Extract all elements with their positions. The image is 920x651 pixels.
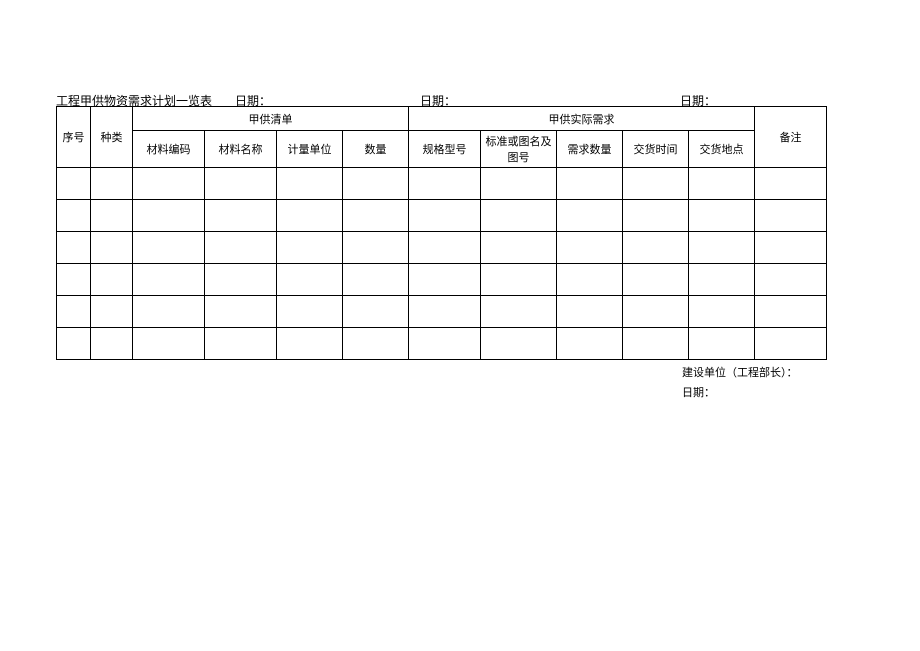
cell-name <box>205 168 277 200</box>
cell-seq <box>57 328 91 360</box>
cell-spec <box>409 296 481 328</box>
cell-name <box>205 200 277 232</box>
cell-type <box>91 200 133 232</box>
cell-dloc <box>689 296 755 328</box>
cell-name <box>205 296 277 328</box>
cell-reqqty <box>557 168 623 200</box>
th-group-list: 甲供清单 <box>133 107 409 131</box>
cell-unit <box>277 232 343 264</box>
footer: 建设单位（工程部长）： 日期： <box>682 364 798 404</box>
footer-builder: 建设单位（工程部长）： <box>682 364 798 384</box>
table-row <box>57 200 827 232</box>
cell-std <box>481 200 557 232</box>
cell-std <box>481 264 557 296</box>
cell-dloc <box>689 328 755 360</box>
cell-dloc <box>689 168 755 200</box>
cell-remark <box>755 264 827 296</box>
th-delivery-loc: 交货地点 <box>689 131 755 168</box>
cell-spec <box>409 328 481 360</box>
cell-seq <box>57 168 91 200</box>
cell-remark <box>755 168 827 200</box>
cell-seq <box>57 232 91 264</box>
table-body <box>57 168 827 360</box>
th-delivery-time: 交货时间 <box>623 131 689 168</box>
cell-qty <box>343 168 409 200</box>
cell-spec <box>409 168 481 200</box>
th-remark: 备注 <box>755 107 827 168</box>
cell-spec <box>409 264 481 296</box>
cell-reqqty <box>557 200 623 232</box>
th-seq: 序号 <box>57 107 91 168</box>
footer-date: 日期： <box>682 384 798 404</box>
cell-spec <box>409 200 481 232</box>
th-unit: 计量单位 <box>277 131 343 168</box>
cell-code <box>133 328 205 360</box>
cell-unit <box>277 168 343 200</box>
cell-seq <box>57 264 91 296</box>
cell-dloc <box>689 232 755 264</box>
cell-unit <box>277 296 343 328</box>
cell-dtime <box>623 168 689 200</box>
cell-std <box>481 232 557 264</box>
table-row <box>57 328 827 360</box>
cell-name <box>205 232 277 264</box>
cell-code <box>133 168 205 200</box>
cell-code <box>133 296 205 328</box>
cell-std <box>481 296 557 328</box>
cell-code <box>133 232 205 264</box>
cell-reqqty <box>557 296 623 328</box>
cell-remark <box>755 232 827 264</box>
cell-type <box>91 264 133 296</box>
cell-dtime <box>623 200 689 232</box>
th-qty: 数量 <box>343 131 409 168</box>
cell-reqqty <box>557 264 623 296</box>
cell-code <box>133 264 205 296</box>
table-row <box>57 168 827 200</box>
th-standard: 标准或图名及图号 <box>481 131 557 168</box>
cell-qty <box>343 328 409 360</box>
cell-remark <box>755 200 827 232</box>
cell-qty <box>343 296 409 328</box>
th-material-name: 材料名称 <box>205 131 277 168</box>
th-type: 种类 <box>91 107 133 168</box>
table-row <box>57 232 827 264</box>
cell-dtime <box>623 328 689 360</box>
cell-type <box>91 296 133 328</box>
cell-type <box>91 328 133 360</box>
cell-spec <box>409 232 481 264</box>
material-plan-table: 序号 种类 甲供清单 甲供实际需求 备注 材料编码 材料名称 计量单位 数量 规… <box>56 106 827 360</box>
th-group-actual: 甲供实际需求 <box>409 107 755 131</box>
cell-name <box>205 264 277 296</box>
cell-qty <box>343 232 409 264</box>
cell-unit <box>277 264 343 296</box>
cell-reqqty <box>557 232 623 264</box>
cell-dloc <box>689 200 755 232</box>
cell-type <box>91 232 133 264</box>
cell-code <box>133 200 205 232</box>
cell-dloc <box>689 264 755 296</box>
cell-type <box>91 168 133 200</box>
cell-unit <box>277 200 343 232</box>
cell-dtime <box>623 264 689 296</box>
cell-dtime <box>623 296 689 328</box>
cell-reqqty <box>557 328 623 360</box>
cell-unit <box>277 328 343 360</box>
cell-seq <box>57 200 91 232</box>
cell-qty <box>343 200 409 232</box>
cell-name <box>205 328 277 360</box>
cell-remark <box>755 328 827 360</box>
cell-std <box>481 168 557 200</box>
cell-std <box>481 328 557 360</box>
table-row <box>57 264 827 296</box>
table-row <box>57 296 827 328</box>
cell-remark <box>755 296 827 328</box>
cell-dtime <box>623 232 689 264</box>
cell-qty <box>343 264 409 296</box>
cell-seq <box>57 296 91 328</box>
th-material-code: 材料编码 <box>133 131 205 168</box>
th-spec: 规格型号 <box>409 131 481 168</box>
th-req-qty: 需求数量 <box>557 131 623 168</box>
